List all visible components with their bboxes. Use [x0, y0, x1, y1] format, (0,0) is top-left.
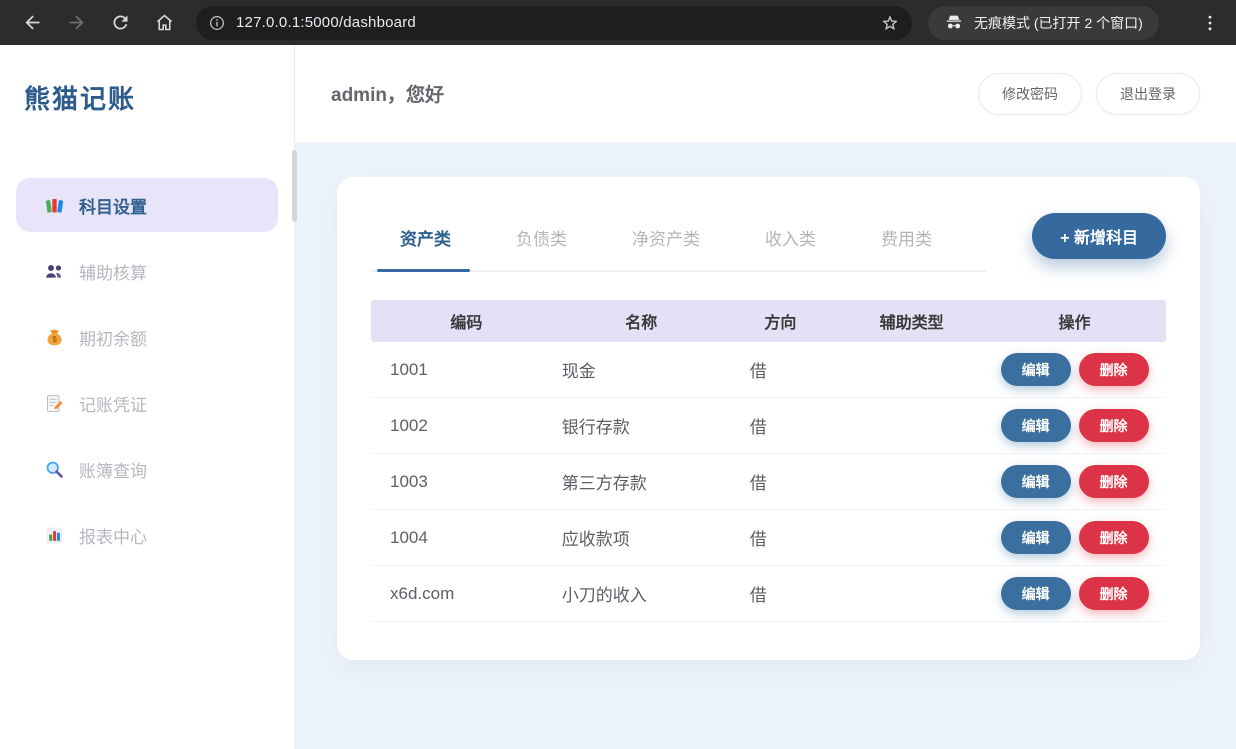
logout-button[interactable]: 退出登录 [1096, 73, 1200, 115]
cell-direction: 借 [721, 413, 840, 438]
cell-name: 第三方存款 [562, 469, 721, 494]
sidebar: 熊猫记账 科目设置 辅助核算 $ 期初余额 [0, 45, 295, 749]
money-bag-icon: $ [44, 327, 65, 348]
content-area: 资产类 负债类 净资产类 收入类 费用类 + 新增科目 编码 名称 方向 辅助类… [295, 142, 1236, 749]
address-bar[interactable]: 127.0.0.1:5000/dashboard [196, 6, 912, 40]
tabs-row: 资产类 负债类 净资产类 收入类 费用类 + 新增科目 [371, 223, 1166, 272]
sidebar-item-label: 期初余额 [79, 325, 147, 350]
edit-button[interactable]: 编辑 [1001, 577, 1071, 610]
tab-assets[interactable]: 资产类 [385, 223, 466, 270]
url-text[interactable]: 127.0.0.1:5000/dashboard [236, 14, 416, 31]
sidebar-item-ledger-query[interactable]: 账簿查询 [16, 442, 278, 496]
sidebar-item-label: 科目设置 [79, 193, 147, 218]
cell-code: 1002 [371, 416, 562, 436]
memo-icon [44, 393, 65, 414]
cell-name: 现金 [562, 357, 721, 382]
edit-button[interactable]: 编辑 [1001, 465, 1071, 498]
edit-button[interactable]: 编辑 [1001, 409, 1071, 442]
page-header: admin，您好 修改密码 退出登录 [295, 45, 1236, 142]
column-header-aux-type: 辅助类型 [840, 309, 983, 333]
cell-direction: 借 [721, 525, 840, 550]
sidebar-item-label: 辅助核算 [79, 259, 147, 284]
user-greeting: admin，您好 [331, 80, 444, 107]
browser-menu-icon[interactable] [1200, 13, 1220, 33]
column-header-name: 名称 [562, 309, 721, 333]
bar-chart-icon [44, 525, 65, 546]
column-header-direction: 方向 [721, 309, 840, 333]
cell-code: 1001 [371, 360, 562, 380]
subjects-card: 资产类 负债类 净资产类 收入类 费用类 + 新增科目 编码 名称 方向 辅助类… [337, 177, 1200, 660]
sidebar-item-opening-balance[interactable]: $ 期初余额 [16, 310, 278, 364]
column-header-code: 编码 [371, 309, 562, 333]
edit-button[interactable]: 编辑 [1001, 521, 1071, 554]
site-info-icon[interactable] [208, 14, 226, 32]
sidebar-item-label: 报表中心 [79, 523, 147, 548]
svg-text:$: $ [52, 335, 57, 344]
cell-code: x6d.com [371, 584, 562, 604]
delete-button[interactable]: 删除 [1079, 353, 1149, 386]
cell-direction: 借 [721, 581, 840, 606]
cell-code: 1003 [371, 472, 562, 492]
add-subject-button[interactable]: + 新增科目 [1032, 213, 1166, 259]
search-icon [44, 459, 65, 480]
scrollbar-thumb[interactable] [292, 150, 297, 222]
incognito-badge[interactable]: 无痕模式 (已打开 2 个窗口) [928, 6, 1159, 40]
sidebar-nav: 科目设置 辅助核算 $ 期初余额 记账凭证 [16, 178, 278, 562]
delete-button[interactable]: 删除 [1079, 465, 1149, 498]
table-row: x6d.com 小刀的收入 借 编辑 删除 [371, 566, 1166, 622]
category-tabs: 资产类 负债类 净资产类 收入类 费用类 [371, 223, 986, 272]
tab-expenses[interactable]: 费用类 [866, 223, 947, 270]
table-row: 1004 应收款项 借 编辑 删除 [371, 510, 1166, 566]
cell-name: 小刀的收入 [562, 581, 721, 606]
tab-net-assets[interactable]: 净资产类 [617, 223, 715, 270]
cell-direction: 借 [721, 469, 840, 494]
cell-code: 1004 [371, 528, 562, 548]
cell-name: 应收款项 [562, 525, 721, 550]
reload-icon[interactable] [103, 6, 137, 40]
table-row: 1001 现金 借 编辑 删除 [371, 342, 1166, 398]
delete-button[interactable]: 删除 [1079, 521, 1149, 554]
sidebar-item-subjects[interactable]: 科目设置 [16, 178, 278, 232]
main-area: admin，您好 修改密码 退出登录 资产类 负债类 净资产类 收入类 费用类 … [295, 45, 1236, 749]
cell-name: 银行存款 [562, 413, 721, 438]
table-row: 1002 银行存款 借 编辑 删除 [371, 398, 1166, 454]
change-password-button[interactable]: 修改密码 [978, 73, 1082, 115]
home-icon[interactable] [147, 6, 181, 40]
app-shell: 熊猫记账 科目设置 辅助核算 $ 期初余额 [0, 45, 1236, 749]
app-logo: 熊猫记账 [0, 45, 294, 116]
delete-button[interactable]: 删除 [1079, 577, 1149, 610]
users-icon [44, 261, 65, 282]
column-header-actions: 操作 [983, 309, 1166, 333]
table-header: 编码 名称 方向 辅助类型 操作 [371, 300, 1166, 342]
tab-income[interactable]: 收入类 [750, 223, 831, 270]
sidebar-item-label: 记账凭证 [79, 391, 147, 416]
cell-direction: 借 [721, 357, 840, 382]
incognito-label: 无痕模式 (已打开 2 个窗口) [974, 13, 1143, 33]
sidebar-item-reports[interactable]: 报表中心 [16, 508, 278, 562]
sidebar-item-label: 账簿查询 [79, 457, 147, 482]
incognito-icon [944, 13, 964, 33]
forward-icon[interactable] [59, 6, 93, 40]
browser-toolbar: 127.0.0.1:5000/dashboard 无痕模式 (已打开 2 个窗口… [0, 0, 1236, 45]
table-row: 1003 第三方存款 借 编辑 删除 [371, 454, 1166, 510]
sidebar-item-aux-accounting[interactable]: 辅助核算 [16, 244, 278, 298]
sidebar-item-vouchers[interactable]: 记账凭证 [16, 376, 278, 430]
bookmark-star-icon[interactable] [880, 13, 900, 33]
edit-button[interactable]: 编辑 [1001, 353, 1071, 386]
books-icon [44, 195, 65, 216]
back-icon[interactable] [15, 6, 49, 40]
tab-liabilities[interactable]: 负债类 [501, 223, 582, 270]
delete-button[interactable]: 删除 [1079, 409, 1149, 442]
